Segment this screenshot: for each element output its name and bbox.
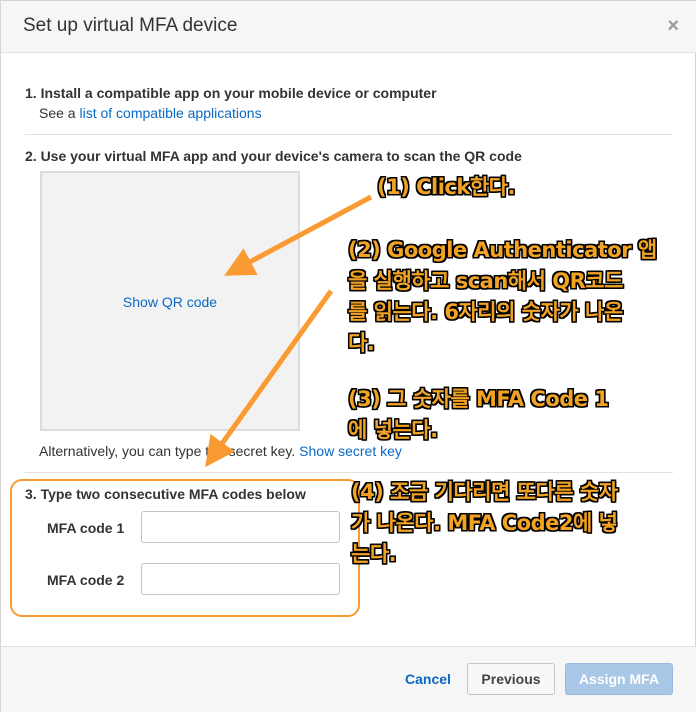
divider: [25, 472, 673, 473]
previous-button[interactable]: Previous: [467, 663, 555, 695]
dialog-title: Set up virtual MFA device: [23, 15, 238, 36]
cancel-button[interactable]: Cancel: [405, 671, 451, 687]
qr-code-area: Show QR code: [40, 171, 300, 431]
annotation-step-1: (1) Click한다.: [377, 172, 677, 203]
annotation-step-3: (3) 그 숫자를 MFA Code 1 에 넣는다.: [348, 384, 668, 446]
step1-see-text: See a list of compatible applications: [39, 105, 262, 121]
annotation-line: 는다.: [351, 542, 397, 566]
annotation-line: 를 읽는다. 6자리의 숫자가 나온: [348, 300, 623, 324]
see-prefix: See a: [39, 105, 80, 121]
annotation-text: (1) Click한다.: [377, 175, 515, 199]
dialog-footer: Cancel Previous Assign MFA: [1, 646, 696, 712]
annotation-line: (4) 조금 기다리면 또다른 숫자: [351, 480, 618, 504]
annotation-line: 을 실행하고 scan해서 QR코드: [348, 269, 623, 293]
step1-title: 1. Install a compatible app on your mobi…: [25, 85, 437, 101]
annotation-line: 가 나온다. MFA Code2에 넣: [351, 511, 618, 535]
mfa-setup-dialog: Set up virtual MFA device × 1. Install a…: [0, 0, 696, 712]
assign-mfa-button[interactable]: Assign MFA: [565, 663, 673, 695]
compatible-apps-link[interactable]: list of compatible applications: [79, 105, 261, 121]
annotation-step-4: (4) 조금 기다리면 또다른 숫자 가 나온다. MFA Code2에 넣 는…: [351, 477, 671, 570]
show-qr-code-link[interactable]: Show QR code: [42, 294, 298, 310]
annotation-line: (3) 그 숫자를 MFA Code 1: [348, 387, 609, 411]
annotation-line: (2) Google Authenticator 앱: [348, 238, 657, 262]
annotation-line: 에 넣는다.: [348, 418, 438, 442]
highlight-box: [10, 479, 360, 617]
annotation-step-2: (2) Google Authenticator 앱 을 실행하고 scan해서…: [348, 235, 678, 359]
dialog-header: Set up virtual MFA device ×: [1, 1, 696, 53]
step2-title: 2. Use your virtual MFA app and your dev…: [25, 148, 522, 164]
annotation-line: 다.: [348, 331, 375, 355]
divider: [25, 134, 673, 135]
close-icon[interactable]: ×: [667, 15, 679, 37]
alt-prefix: Alternatively, you can type the secret k…: [39, 443, 300, 459]
